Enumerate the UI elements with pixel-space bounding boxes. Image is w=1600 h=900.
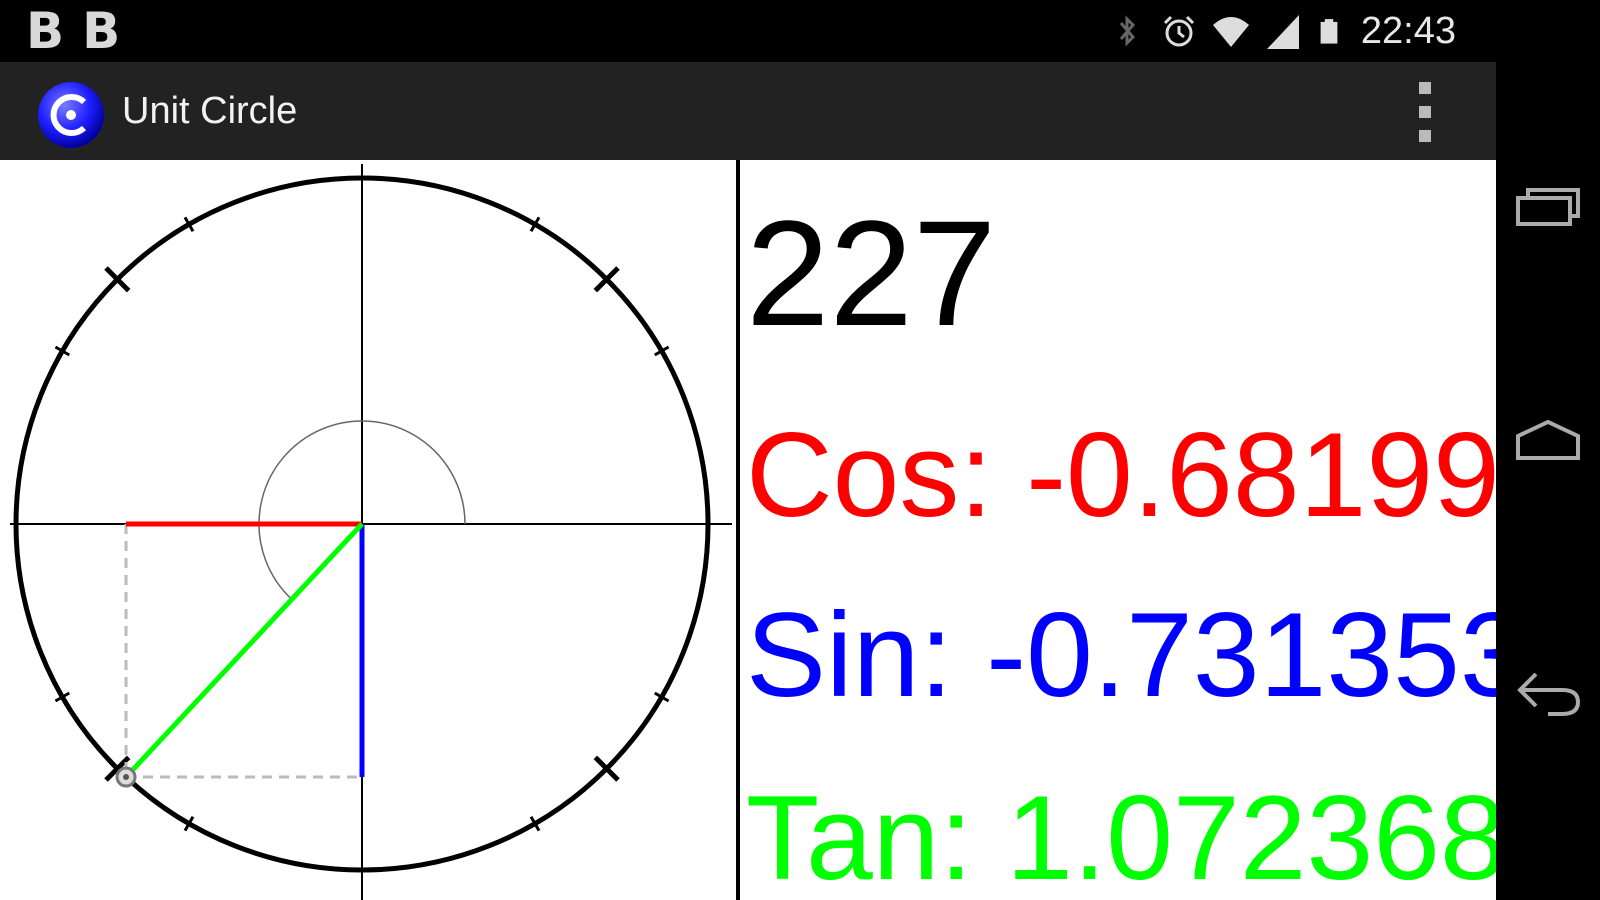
signal-icon <box>1266 15 1299 49</box>
panel-divider <box>736 160 740 900</box>
cos-value: Cos: -0.681998 <box>746 408 1496 542</box>
notification-icons: B B <box>26 4 120 58</box>
unit-circle-diagram[interactable] <box>4 164 738 900</box>
tan-value: Tan: 1.072368 <box>746 771 1496 900</box>
bluetooth-icon <box>1119 15 1135 47</box>
content-area: 227 Cos: -0.681998 Sin: -0.731353 Tan: 1… <box>0 160 1496 900</box>
clock: 22:43 <box>1360 9 1456 52</box>
unit-circle-app-icon[interactable] <box>36 80 106 150</box>
app-title: Unit Circle <box>122 90 298 132</box>
unit-circle-drawing <box>10 164 732 900</box>
notification-b-icon: B <box>26 2 65 60</box>
sin-value: Sin: -0.731353 <box>746 588 1496 722</box>
radius-segment <box>124 522 364 779</box>
navigation-bar <box>1496 0 1600 900</box>
system-status: 22:43 <box>1107 0 1456 62</box>
angle-point-center <box>123 774 130 781</box>
status-bar: B B 22:43 <box>0 0 1496 62</box>
home-icon[interactable] <box>1508 410 1588 480</box>
recent-apps-icon[interactable] <box>1508 170 1588 240</box>
notification-b-icon: B <box>82 2 121 60</box>
battery-icon <box>1320 19 1338 44</box>
action-bar: Unit Circle <box>0 62 1496 160</box>
wifi-icon <box>1212 17 1249 47</box>
overflow-menu-icon[interactable] <box>1410 82 1440 142</box>
angle-value: 227 <box>746 189 997 357</box>
alarm-icon <box>1163 15 1194 47</box>
back-icon[interactable] <box>1508 660 1588 730</box>
trig-values-panel: 227 Cos: -0.681998 Sin: -0.731353 Tan: 1… <box>746 160 1496 900</box>
